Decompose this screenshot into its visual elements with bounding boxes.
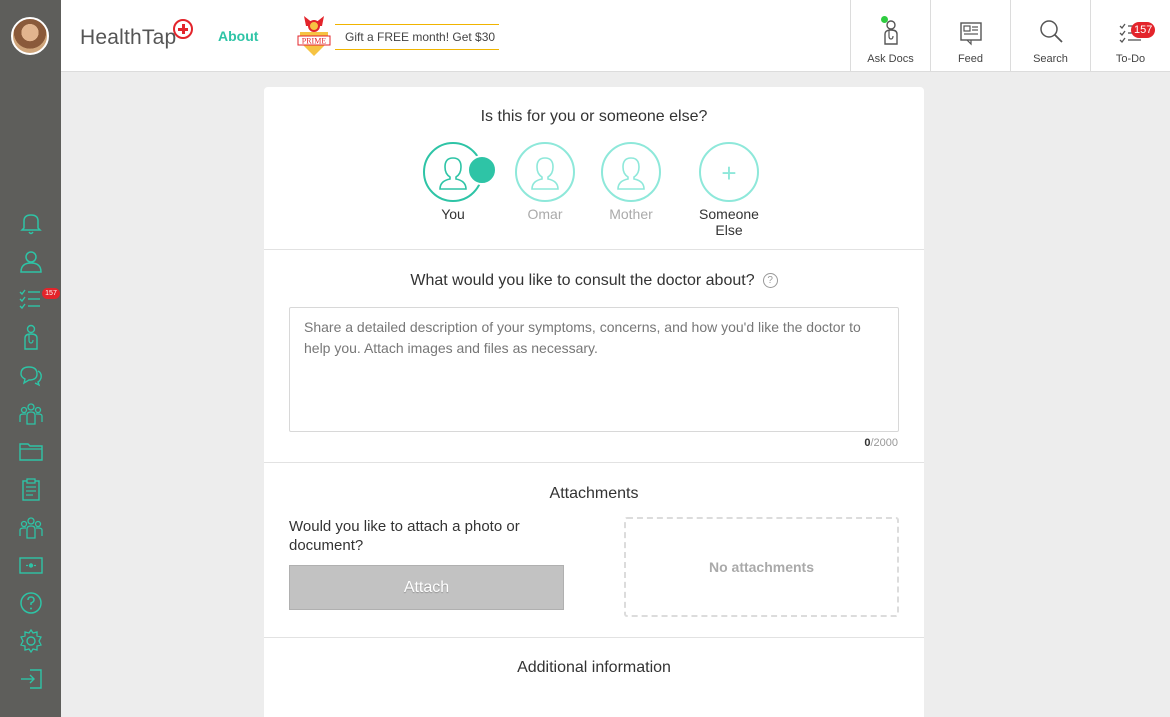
settings-icon[interactable] [18,628,44,654]
newspaper-icon [960,22,982,46]
avatar[interactable] [11,17,49,55]
nav-label: Search [1033,53,1068,65]
consult-title-row: What would you like to consult the docto… [264,272,924,290]
doctor-icon [884,20,898,45]
attachments-dropzone[interactable]: No attachments [624,517,899,617]
doctor-icon[interactable] [18,324,44,350]
person-option-you[interactable]: You [408,142,503,222]
person-silhouette-icon [531,157,559,190]
symptom-description-input[interactable] [289,307,899,432]
sidebar: 157 [0,72,61,717]
logout-icon[interactable] [18,666,44,692]
avatar-container [0,0,61,72]
character-counter: 0/2000 [864,437,898,449]
consult-form-card: Is this for you or someone else? You Oma… [264,87,924,717]
person-option-omar[interactable]: Omar [500,142,590,222]
person-name: You [441,206,465,222]
help-icon[interactable]: ? [762,273,778,289]
plus-icon: + [721,158,737,188]
logo[interactable]: HealthTap [80,26,176,50]
nav-label: To-Do [1115,53,1146,65]
help-icon[interactable] [18,590,44,616]
attachments-title: Attachments [549,485,639,502]
person-silhouette-icon [439,157,467,190]
nav-feed[interactable]: Feed [930,0,1010,72]
nav-search[interactable]: Search [1010,0,1090,72]
person-name: Mother [609,206,653,222]
who-title: Is this for you or someone else? [480,108,708,125]
additional-info-title: Additional information [517,659,671,676]
nav-todo[interactable]: 157 To-Do [1090,0,1170,72]
card-icon[interactable] [18,552,44,578]
person-avatar-circle [601,142,661,202]
person-name: Someone Else [699,206,759,238]
community-icon[interactable] [18,514,44,540]
nav-ask-docs[interactable]: Ask Docs [850,0,930,72]
person-avatar-circle [515,142,575,202]
search-icon [1040,20,1063,43]
chat-icon[interactable] [18,362,44,388]
top-bar: HealthTap About PRIME Gift a FREE month!… [0,0,1170,72]
folder-icon[interactable] [18,438,44,464]
group-icon[interactable] [18,400,44,426]
attach-question: Would you like to attach a photo or docu… [289,518,520,554]
bell-icon[interactable] [18,210,44,236]
about-link[interactable]: About [218,28,258,44]
consult-title: What would you like to consult the docto… [410,272,755,289]
nav-label: Feed [957,53,984,65]
person-option-mother[interactable]: Mother [586,142,676,222]
selected-check-icon [467,155,503,188]
todo-count-badge: 157 [42,288,60,299]
nav-label: Ask Docs [867,53,914,65]
person-name: Omar [527,206,563,222]
gift-banner[interactable]: Gift a FREE month! Get $30 [335,24,499,50]
prime-label: PRIME [302,37,327,46]
person-avatar-circle: + [699,142,759,202]
character-max: /2000 [870,437,898,449]
section-divider [264,637,924,638]
person-avatar-circle [423,142,503,202]
clipboard-icon[interactable] [18,476,44,502]
section-divider [264,462,924,463]
attach-button[interactable]: Attach [289,565,564,610]
todo-count-badge: 157 [1131,22,1156,38]
profile-icon[interactable] [18,248,44,274]
logo-cross-icon [173,19,193,39]
person-silhouette-icon [617,157,645,190]
checklist-icon[interactable] [18,286,44,312]
person-option-someone-else[interactable]: + Someone Else [684,142,774,238]
prime-badge[interactable]: PRIME [296,12,332,58]
section-divider [264,249,924,250]
